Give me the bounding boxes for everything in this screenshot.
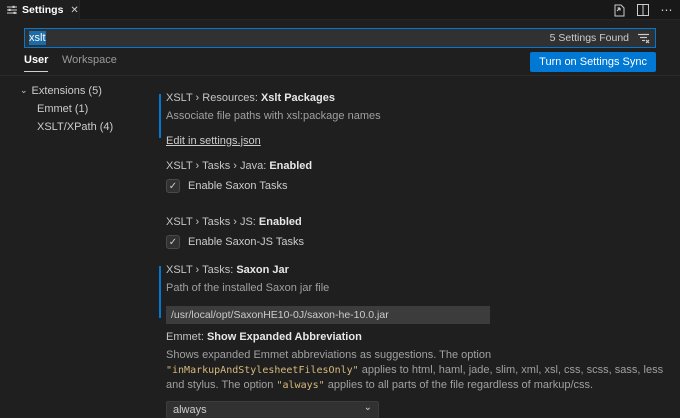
filter-icon[interactable] bbox=[635, 31, 651, 45]
setting-xslt-packages: XSLT › Resources: Xslt Packages Associat… bbox=[152, 92, 664, 147]
toc-item-emmet[interactable]: Emmet (1) bbox=[0, 100, 152, 118]
tab-settings[interactable]: Settings ✕ bbox=[0, 0, 80, 20]
more-actions-icon[interactable]: ⋯ bbox=[660, 3, 674, 17]
setting-description: Associate file paths with xsl:package na… bbox=[166, 109, 664, 124]
toc-extensions-label: Extensions (5) bbox=[32, 85, 102, 97]
saxon-jar-path-input[interactable] bbox=[166, 306, 490, 324]
modified-indicator bbox=[159, 266, 161, 318]
scope-row: User Workspace Turn on Settings Sync bbox=[24, 52, 656, 74]
chevron-down-icon: ⌄ bbox=[20, 85, 28, 96]
search-value: xslt bbox=[29, 32, 46, 44]
setting-saxon-jar: XSLT › Tasks: Saxon Jar Path of the inst… bbox=[152, 264, 664, 324]
setting-title: Emmet: Show Expanded Abbreviation bbox=[166, 331, 664, 343]
setting-emmet-show-expanded-abbreviation: Emmet: Show Expanded Abbreviation Shows … bbox=[152, 331, 664, 418]
open-settings-json-icon[interactable] bbox=[612, 3, 626, 17]
settings-toc: ⌄ Extensions (5) Emmet (1) XSLT/XPath (4… bbox=[0, 82, 152, 136]
checkbox-row: ✓ Enable Saxon Tasks bbox=[166, 179, 664, 193]
setting-title: XSLT › Tasks › JS: Enabled bbox=[166, 216, 664, 228]
setting-title: XSLT › Resources: Xslt Packages bbox=[166, 92, 664, 104]
select-value: always bbox=[173, 404, 207, 416]
checkbox-checked[interactable]: ✓ bbox=[166, 235, 180, 249]
checkbox-checked[interactable]: ✓ bbox=[166, 179, 180, 193]
setting-tasks-js-enabled: XSLT › Tasks › JS: Enabled ✓ Enable Saxo… bbox=[152, 216, 664, 249]
toc-extensions[interactable]: ⌄ Extensions (5) bbox=[0, 82, 152, 100]
settings-sliders-icon bbox=[7, 5, 17, 15]
checkbox-label: Enable Saxon-JS Tasks bbox=[188, 236, 304, 248]
settings-editor-window: Settings ✕ ⋯ xslt 5 Settings Found User … bbox=[0, 0, 680, 418]
setting-title: XSLT › Tasks: Saxon Jar bbox=[166, 264, 664, 276]
checkbox-label: Enable Saxon Tasks bbox=[188, 180, 287, 192]
split-editor-icon[interactable] bbox=[636, 3, 650, 17]
setting-description: Shows expanded Emmet abbreviations as su… bbox=[166, 348, 664, 393]
tab-workspace[interactable]: Workspace bbox=[62, 54, 117, 71]
tab-close-icon[interactable]: ✕ bbox=[70, 5, 78, 16]
tab-user[interactable]: User bbox=[24, 54, 48, 72]
settings-search-input[interactable]: xslt 5 Settings Found bbox=[24, 28, 656, 48]
tab-title: Settings bbox=[22, 4, 63, 16]
editor-actions: ⋯ bbox=[612, 0, 674, 20]
setting-tasks-java-enabled: XSLT › Tasks › Java: Enabled ✓ Enable Sa… bbox=[152, 160, 664, 193]
edit-in-settings-json-link[interactable]: Edit in settings.json bbox=[166, 135, 261, 147]
modified-indicator bbox=[159, 94, 161, 138]
turn-on-settings-sync-button[interactable]: Turn on Settings Sync bbox=[530, 52, 656, 72]
emmet-abbreviation-select[interactable]: always ⌄ bbox=[166, 401, 379, 418]
checkbox-row: ✓ Enable Saxon-JS Tasks bbox=[166, 235, 664, 249]
toc-item-xslt-xpath[interactable]: XSLT/XPath (4) bbox=[0, 118, 152, 136]
editor-tab-bar: Settings ✕ ⋯ bbox=[0, 0, 680, 20]
setting-description: Path of the installed Saxon jar file bbox=[166, 281, 664, 296]
chevron-down-icon: ⌄ bbox=[364, 402, 372, 413]
results-count: 5 Settings Found bbox=[550, 32, 629, 44]
search-meta: 5 Settings Found bbox=[550, 31, 651, 45]
setting-title: XSLT › Tasks › Java: Enabled bbox=[166, 160, 664, 172]
header-divider bbox=[0, 75, 680, 76]
